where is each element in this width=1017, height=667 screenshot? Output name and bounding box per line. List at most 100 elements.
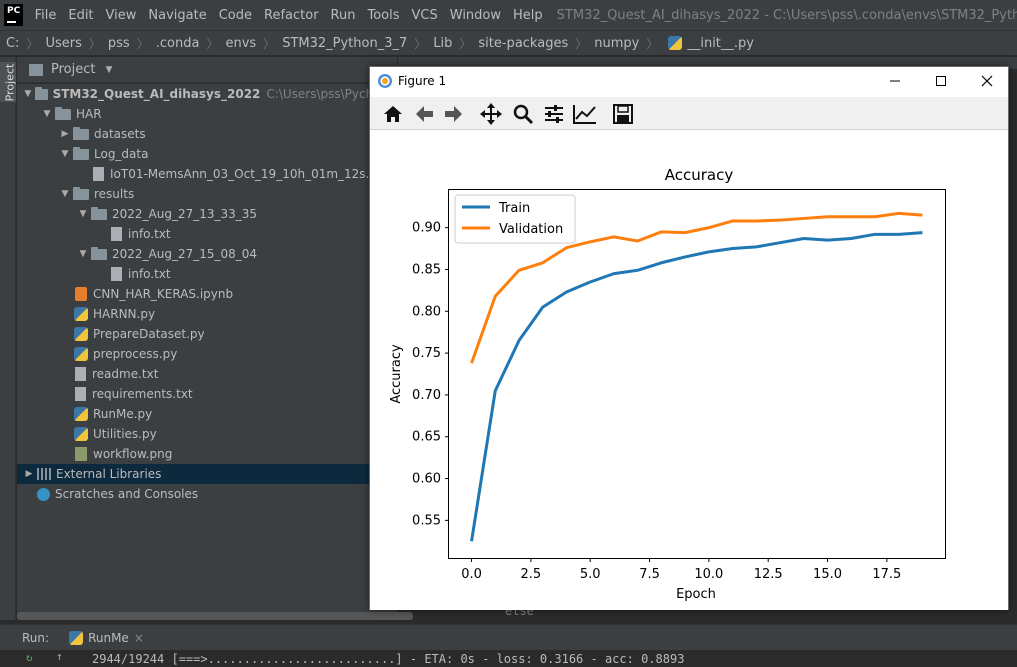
- tree-item[interactable]: ▼ Log_data: [17, 144, 397, 164]
- home-icon[interactable]: [378, 99, 408, 129]
- close-tab-icon[interactable]: ×: [134, 631, 144, 645]
- run-tab-runme[interactable]: RunMe: [88, 631, 129, 645]
- menu-help[interactable]: Help: [507, 8, 549, 23]
- menu-tools[interactable]: Tools: [361, 8, 405, 23]
- tree-item-label: info.txt: [128, 227, 171, 241]
- menu-view[interactable]: View: [100, 8, 143, 23]
- tree-item[interactable]: IoT01-MemsAnn_03_Oct_19_10h_01m_12s.csv: [17, 164, 397, 184]
- y-tick-label: 0.85: [412, 262, 441, 277]
- tree-item[interactable]: RunMe.py: [17, 404, 397, 424]
- scroll-up-icon[interactable]: ↑: [56, 650, 63, 663]
- tree-item-label: preprocess.py: [93, 347, 178, 361]
- breadcrumb-item[interactable]: Users: [45, 36, 81, 51]
- tree-item[interactable]: workflow.png: [17, 444, 397, 464]
- menu-file[interactable]: File: [29, 8, 63, 23]
- breadcrumb-separator-icon: 〉: [459, 36, 472, 51]
- pan-move-icon[interactable]: [476, 99, 506, 129]
- legend-label-validation: Validation: [499, 222, 563, 237]
- tree-item[interactable]: ▼ HAR: [17, 104, 397, 124]
- tree-item-label: HARNN.py: [93, 307, 156, 321]
- breadcrumb-item[interactable]: envs: [225, 36, 256, 51]
- tree-item[interactable]: preprocess.py: [17, 344, 397, 364]
- tree-item-label: 2022_Aug_27_13_33_35: [112, 207, 258, 221]
- tree-item-label: Scratches and Consoles: [55, 487, 199, 501]
- breadcrumb: C: 〉 Users 〉 pss 〉 .conda 〉 envs 〉 STM32_Pyth…: [0, 30, 1017, 56]
- tree-item[interactable]: PrepareDataset.py: [17, 324, 397, 344]
- python-file-icon: [668, 36, 683, 50]
- horizontal-scrollbar[interactable]: [17, 612, 413, 620]
- menu-refactor[interactable]: Refactor: [258, 8, 325, 23]
- save-figure-icon[interactable]: [608, 99, 638, 129]
- python-file-icon: [74, 407, 88, 421]
- tree-item[interactable]: ▼ STM32_Quest_AI_dihasys_2022 C:\Users\pss…: [17, 84, 397, 104]
- minimize-button[interactable]: [872, 67, 918, 95]
- legend-label-train: Train: [498, 201, 530, 216]
- breadcrumb-item[interactable]: numpy: [594, 36, 639, 51]
- back-arrow-icon[interactable]: [409, 99, 439, 129]
- y-tick-label: 0.70: [412, 388, 441, 403]
- menu-code[interactable]: Code: [213, 8, 258, 23]
- forward-arrow-icon[interactable]: [439, 99, 469, 129]
- menu-navigate[interactable]: Navigate: [142, 8, 212, 23]
- tree-item[interactable]: info.txt: [17, 224, 397, 244]
- matplotlib-icon: [378, 74, 392, 88]
- rerun-icon[interactable]: ↻: [26, 651, 33, 664]
- menu-edit[interactable]: Edit: [62, 8, 99, 23]
- tree-item[interactable]: requirements.txt: [17, 384, 397, 404]
- breadcrumb-item[interactable]: pss: [108, 36, 130, 51]
- tree-item[interactable]: HARNN.py: [17, 304, 397, 324]
- breadcrumb-separator-icon: 〉: [206, 36, 219, 51]
- zoom-magnifier-icon[interactable]: [508, 99, 538, 129]
- x-tick-label: 17.5: [872, 567, 901, 582]
- tree-item[interactable]: ▶ datasets: [17, 124, 397, 144]
- breadcrumb-item-current[interactable]: __init__.py: [687, 36, 754, 51]
- project-tool-window-button[interactable]: Project: [0, 62, 16, 102]
- edit-axis-icon[interactable]: [570, 99, 600, 129]
- breadcrumb-separator-icon: 〉: [263, 36, 276, 51]
- configure-subplots-icon[interactable]: [539, 99, 569, 129]
- tree-item[interactable]: ▼ 2022_Aug_27_13_33_35: [17, 204, 397, 224]
- tree-item[interactable]: readme.txt: [17, 364, 397, 384]
- breadcrumb-item[interactable]: STM32_Python_3_7: [282, 36, 407, 51]
- plot-canvas[interactable]: Accuracy 0.55 0.60 0.65 0.70 0.75 0.80 0.85 0.9…: [370, 131, 1008, 610]
- tree-item-label: 2022_Aug_27_15_08_04: [112, 247, 258, 261]
- menu-run[interactable]: Run: [325, 8, 362, 23]
- tree-item[interactable]: ▼ 2022_Aug_27_15_08_04: [17, 244, 397, 264]
- chevron-down-icon[interactable]: ▼: [77, 204, 89, 224]
- breadcrumb-separator-icon: 〉: [646, 36, 659, 51]
- menu-vcs[interactable]: VCS: [406, 8, 444, 23]
- navigation-toolbar: [370, 97, 1008, 130]
- breadcrumb-item[interactable]: .conda: [156, 36, 200, 51]
- breadcrumb-item[interactable]: site-packages: [478, 36, 568, 51]
- tree-item[interactable]: CNN_HAR_KERAS.ipynb: [17, 284, 397, 304]
- y-axis-label: Accuracy: [389, 344, 404, 404]
- chevron-down-icon[interactable]: ▼: [41, 104, 53, 124]
- pycharm-logo-icon: PC: [4, 4, 23, 26]
- figure-title: Figure 1: [398, 74, 447, 88]
- image-file-icon: [75, 447, 87, 461]
- tree-item-label: Log_data: [94, 147, 149, 161]
- tree-item[interactable]: info.txt: [17, 264, 397, 284]
- breadcrumb-item[interactable]: C:: [6, 36, 19, 51]
- chevron-right-icon[interactable]: ▶: [23, 464, 35, 484]
- menu-window[interactable]: Window: [444, 8, 507, 23]
- tree-item[interactable]: ▶ External Libraries: [17, 464, 397, 484]
- python-file-icon: [74, 327, 88, 341]
- tree-item[interactable]: ▼ results: [17, 184, 397, 204]
- menu-bar: PC File Edit View Navigate Code Refactor…: [0, 0, 1017, 30]
- chevron-right-icon[interactable]: ▶: [59, 124, 71, 144]
- breadcrumb-item[interactable]: Lib: [433, 36, 452, 51]
- window-title: STM32_Quest_AI_dihasys_2022 - C:\Users\p…: [556, 7, 1017, 23]
- chevron-down-icon[interactable]: ▼: [23, 84, 33, 104]
- tree-item[interactable]: Scratches and Consoles: [17, 484, 397, 504]
- figure-titlebar: Figure 1: [370, 67, 1008, 95]
- chevron-down-icon[interactable]: ▼: [59, 144, 71, 164]
- tree-item[interactable]: Utilities.py: [17, 424, 397, 444]
- maximize-button[interactable]: [918, 67, 964, 95]
- folder-icon: [91, 246, 107, 260]
- chevron-down-icon[interactable]: ▼: [77, 244, 89, 264]
- chevron-down-icon[interactable]: ▼: [59, 184, 71, 204]
- close-button[interactable]: [964, 67, 1010, 95]
- project-panel-title[interactable]: Project: [51, 62, 95, 77]
- chevron-down-icon[interactable]: ▼: [105, 65, 112, 75]
